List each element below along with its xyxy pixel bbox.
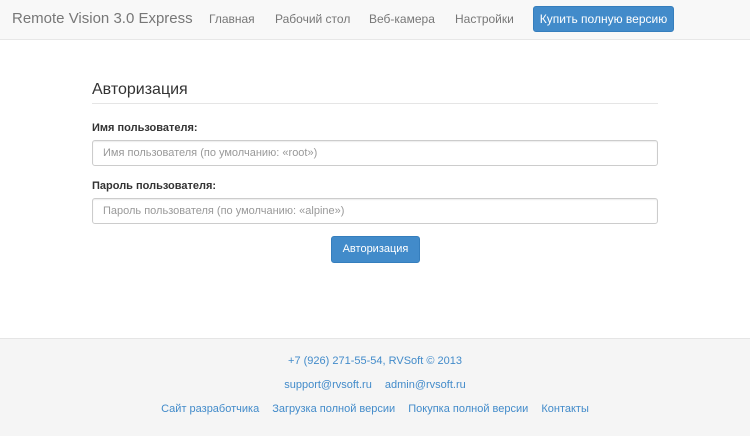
nav-webcam[interactable]: Веб-камера	[369, 12, 435, 26]
contacts-link[interactable]: Контакты	[541, 403, 589, 415]
page-footer: +7 (926) 271-55-54, RVSoft © 2013 suppor…	[0, 338, 750, 436]
form-title: Авторизация	[92, 81, 658, 104]
footer-links: Сайт разработчика Загрузка полной версии…	[0, 403, 750, 415]
username-label: Имя пользователя:	[92, 122, 198, 134]
support-email-link[interactable]: support@rvsoft.ru	[284, 379, 372, 391]
buy-full-version-button[interactable]: Купить полную версию	[533, 6, 674, 32]
password-label: Пароль пользователя:	[92, 180, 217, 192]
nav-home[interactable]: Главная	[209, 12, 255, 26]
password-input[interactable]	[92, 198, 658, 224]
nav-desktop[interactable]: Рабочий стол	[275, 12, 350, 26]
purchase-full-link[interactable]: Покупка полной версии	[408, 403, 528, 415]
footer-emails: support@rvsoft.ru admin@rvsoft.ru	[0, 379, 750, 391]
top-navbar: Remote Vision 3.0 Express Главная Рабочи…	[0, 0, 750, 40]
nav-settings[interactable]: Настройки	[455, 12, 514, 26]
footer-contact: +7 (926) 271-55-54, RVSoft © 2013	[288, 355, 462, 367]
developer-site-link[interactable]: Сайт разработчика	[161, 403, 259, 415]
login-button[interactable]: Авторизация	[331, 236, 420, 263]
admin-email-link[interactable]: admin@rvsoft.ru	[385, 379, 466, 391]
brand-title[interactable]: Remote Vision 3.0 Express	[12, 10, 193, 27]
download-full-link[interactable]: Загрузка полной версии	[272, 403, 395, 415]
username-input[interactable]	[92, 140, 658, 166]
